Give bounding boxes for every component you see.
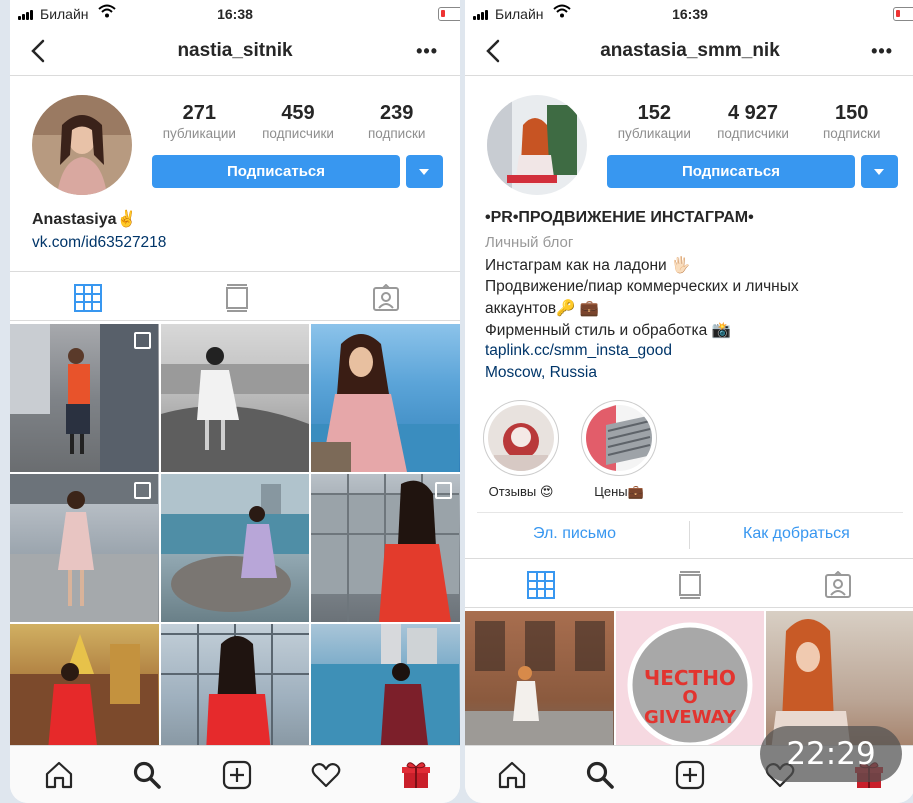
giveaway-line: О xyxy=(682,687,697,708)
post-thumbnail[interactable] xyxy=(160,324,310,472)
profile-screen-left: Билайн 16:38 nastia_sitnik ••• 271 публик… xyxy=(10,0,460,803)
post-thumbnail[interactable] xyxy=(465,611,614,759)
suggestions-dropdown-button[interactable] xyxy=(406,155,443,188)
grid-icon[interactable] xyxy=(74,284,102,312)
home-icon[interactable] xyxy=(497,760,527,790)
status-time: 16:39 xyxy=(672,6,708,22)
profile-name: •PR•ПРОДВИЖЕНИЕ ИНСТАГРАМ• xyxy=(485,209,754,226)
status-bar: Билайн 16:39 xyxy=(465,0,913,28)
multi-post-icon xyxy=(133,482,151,499)
profile-tabs xyxy=(10,271,460,321)
story-highlight[interactable]: Отзывы 😍 xyxy=(483,400,559,500)
add-icon[interactable] xyxy=(675,760,705,790)
multi-post-icon xyxy=(133,332,151,349)
profile-username: anastasia_smm_nik xyxy=(600,40,780,61)
more-icon[interactable]: ••• xyxy=(416,42,438,60)
search-icon[interactable] xyxy=(132,760,162,790)
multi-post-icon xyxy=(435,482,452,499)
profile-tabs xyxy=(465,558,913,608)
add-icon[interactable] xyxy=(222,760,252,790)
more-icon[interactable]: ••• xyxy=(871,42,893,60)
video-timestamp: 22:29 xyxy=(760,726,902,782)
battery-icon xyxy=(438,7,460,21)
posts-grid xyxy=(10,324,460,772)
profile-stats: 271 публикации 459 подписчики 239 подписки xyxy=(150,101,446,141)
heart-icon[interactable] xyxy=(311,760,341,790)
profile-screen-right: Билайн 16:39 anastasia_smm_nik ••• 152 пу… xyxy=(465,0,913,803)
post-thumbnail[interactable]: ЧЕСТНО О GIVEWAY xyxy=(615,611,765,759)
search-icon[interactable] xyxy=(585,760,615,790)
follow-button[interactable]: Подписаться xyxy=(607,155,855,188)
post-thumbnail[interactable] xyxy=(10,324,159,472)
post-thumbnail[interactable] xyxy=(311,474,460,622)
post-thumbnail[interactable] xyxy=(10,474,159,622)
feed-icon[interactable] xyxy=(223,284,251,312)
battery-icon xyxy=(893,7,913,21)
status-time: 16:38 xyxy=(217,6,253,22)
profile-stats: 152 публикации 4 927 подписчики 150 подписк… xyxy=(605,101,901,141)
post-thumbnail[interactable] xyxy=(311,324,460,472)
profile-link[interactable]: taplink.cc/smm_insta_good xyxy=(485,342,672,360)
followers-count[interactable]: 4 927 подписчики xyxy=(704,101,803,141)
home-icon[interactable] xyxy=(44,760,74,790)
divider xyxy=(689,521,690,549)
gift-icon[interactable] xyxy=(401,760,431,790)
following-count[interactable]: 239 подписки xyxy=(347,101,446,141)
nav-bar: nastia_sitnik ••• xyxy=(10,28,460,76)
posts-count: 271 публикации xyxy=(162,102,236,141)
following-count[interactable]: 150 подписки xyxy=(802,101,901,141)
profile-name: Anastasiya✌️ xyxy=(32,211,137,228)
bio-line: Продвижение/пиар коммерческих и личных xyxy=(485,278,799,295)
giveaway-line: GIVEWAY xyxy=(644,707,737,728)
profile-category: Личный блог xyxy=(485,234,574,251)
followers-count[interactable]: 459 подписчики xyxy=(249,101,348,141)
bio-line: аккаунтов🔑 💼 xyxy=(485,300,599,317)
profile-location[interactable]: Moscow, Russia xyxy=(485,364,597,382)
directions-button[interactable]: Как добраться xyxy=(743,525,850,543)
avatar[interactable] xyxy=(487,95,587,195)
nav-bar: anastasia_smm_nik ••• xyxy=(465,28,913,76)
follow-button[interactable]: Подписаться xyxy=(152,155,400,188)
post-thumbnail[interactable] xyxy=(160,474,310,622)
grid-icon[interactable] xyxy=(527,571,555,599)
highlight-label: Цены💼 xyxy=(594,484,644,499)
tagged-icon[interactable] xyxy=(372,284,400,312)
avatar[interactable] xyxy=(32,95,132,195)
bio-line: Инстаграм как на ладони 🖐🏻 xyxy=(485,257,691,274)
story-highlight[interactable]: Цены💼 xyxy=(581,400,657,500)
highlight-label: Отзывы 😍 xyxy=(488,484,554,499)
bottom-navigation xyxy=(10,745,460,803)
suggestions-dropdown-button[interactable] xyxy=(861,155,898,188)
tagged-icon[interactable] xyxy=(824,571,852,599)
status-bar: Билайн 16:38 xyxy=(10,0,460,28)
email-button[interactable]: Эл. письмо xyxy=(533,525,616,543)
contact-bar: Эл. письмо Как добраться xyxy=(477,512,903,556)
profile-username: nastia_sitnik xyxy=(177,40,293,61)
profile-link[interactable]: vk.com/id63527218 xyxy=(32,234,166,252)
posts-count: 152 публикации xyxy=(617,102,691,141)
feed-icon[interactable] xyxy=(676,571,704,599)
bio-line: Фирменный стиль и обработка 📸 xyxy=(485,322,731,339)
